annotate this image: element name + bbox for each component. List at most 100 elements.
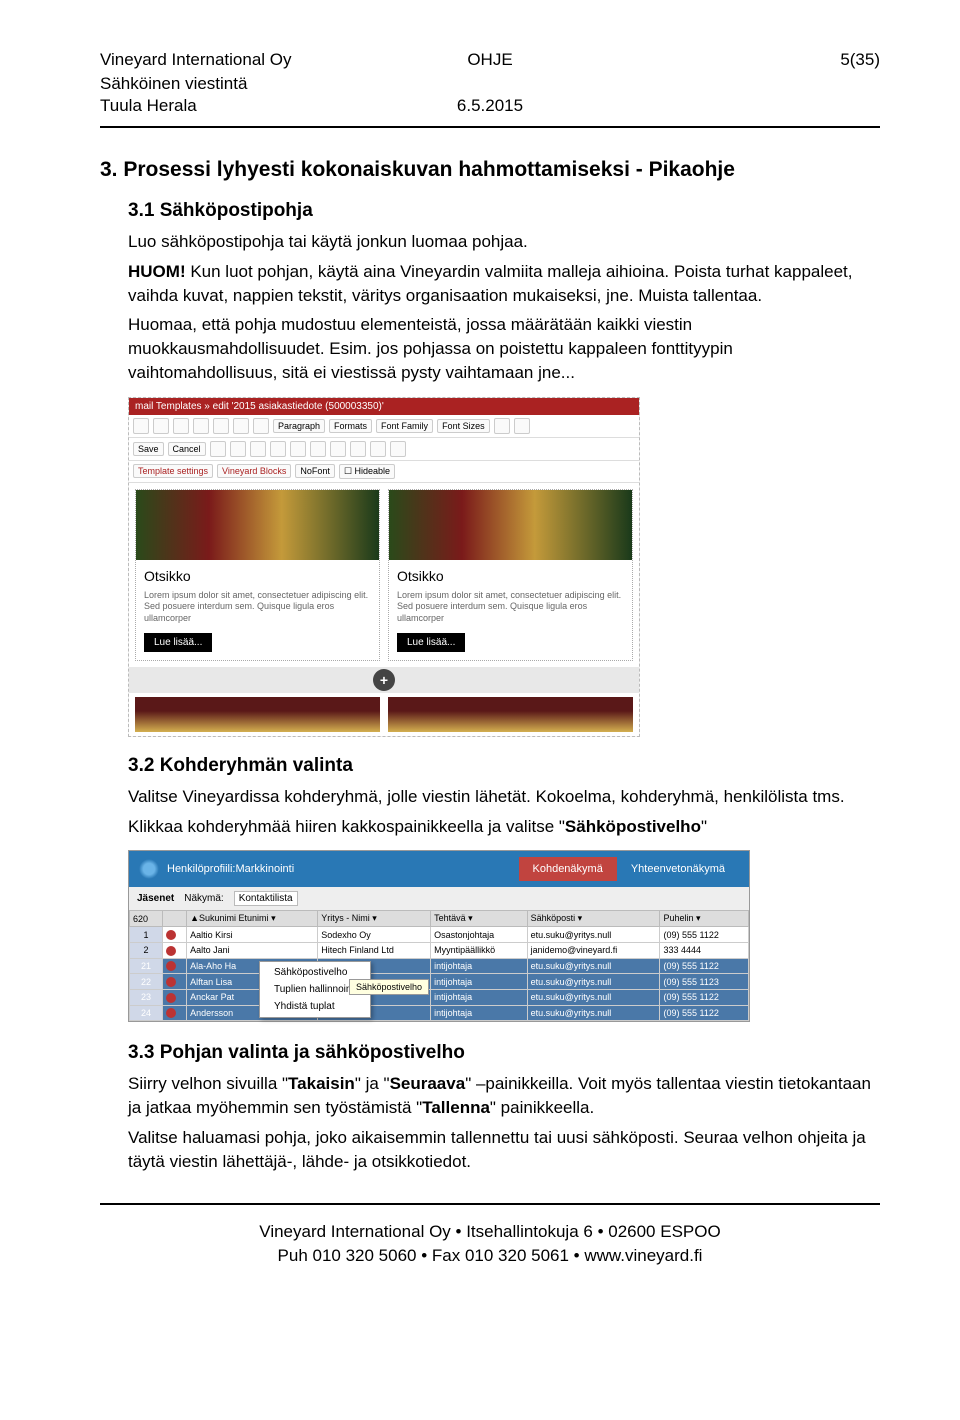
profile-screenshot: Henkilöprofiili:Markkinointi Kohdenäkymä… (128, 850, 750, 1022)
table-row[interactable]: 24Anderssonintijohtajaetu.suku@yritys.nu… (130, 1005, 749, 1021)
save-button[interactable]: Save (133, 442, 164, 456)
template-settings-button[interactable]: Template settings (133, 464, 213, 478)
fontsize-select[interactable]: Font Sizes (437, 419, 490, 433)
row-number: 23 (130, 989, 163, 1005)
row-icon-cell (163, 974, 187, 990)
header-dept: Sähköinen viestintä (100, 74, 880, 94)
header-date: 6.5.2015 (360, 96, 620, 116)
footer-rule (100, 1203, 880, 1205)
table-row[interactable]: 1Aaltio KirsiSodexho OyOsastonjohtajaetu… (130, 927, 749, 943)
cell-phone: (09) 555 1122 (660, 927, 749, 943)
underline-icon[interactable] (173, 418, 189, 434)
italic-icon[interactable] (153, 418, 169, 434)
cell-email: etu.suku@yritys.null (527, 1005, 660, 1021)
fruit-image (136, 490, 379, 560)
table-row[interactable]: 22Alftan Lisaintijohtajaetu.suku@yritys.… (130, 974, 749, 990)
column-title[interactable]: Otsikko (397, 568, 624, 584)
s32-p2: Klikkaa kohderyhmää hiiren kakkospainikk… (128, 815, 880, 839)
plus-icon[interactable]: + (373, 669, 395, 691)
col-name[interactable]: ▲Sukunimi Etunimi ▾ (187, 911, 318, 927)
s31-huom: HUOM! (128, 262, 186, 281)
align-center-icon[interactable] (213, 418, 229, 434)
cell-email: janidemo@vineyard.fi (527, 943, 660, 959)
col-phone[interactable]: Puhelin ▾ (660, 911, 749, 927)
row-number: 21 (130, 958, 163, 974)
row-icon-cell (163, 958, 187, 974)
tool-icon[interactable] (230, 441, 246, 457)
tool-icon[interactable] (370, 441, 386, 457)
footer-line1: Vineyard International Oy • Itsehallinto… (100, 1220, 880, 1244)
paragraph-select[interactable]: Paragraph (273, 419, 325, 433)
tool-icon[interactable] (330, 441, 346, 457)
cell-role: intijohtaja (431, 974, 527, 990)
col-count[interactable]: 620 (130, 911, 163, 927)
page-header: Vineyard International Oy OHJE 5(35) (100, 50, 880, 70)
tooltip: Sähköpostivelho (349, 979, 429, 995)
column-title[interactable]: Otsikko (144, 568, 371, 584)
nofont-button[interactable]: NoFont (295, 464, 335, 478)
wine-image (135, 697, 380, 732)
col-role[interactable]: Tehtävä ▾ (431, 911, 527, 927)
readmore-button[interactable]: Lue lisää... (144, 633, 212, 652)
table-row[interactable]: 2Aalto JaniHitech Finland LtdMyyntipääll… (130, 943, 749, 959)
person-icon (166, 961, 176, 971)
cell-role: Osastonjohtaja (431, 927, 527, 943)
wine-row (129, 693, 639, 736)
row-number: 1 (130, 927, 163, 943)
cancel-button[interactable]: Cancel (168, 442, 206, 456)
align-right-icon[interactable] (233, 418, 249, 434)
tool-icon[interactable] (290, 441, 306, 457)
bold-icon[interactable] (133, 418, 149, 434)
column-text[interactable]: Lorem ipsum dolor sit amet, consectetuer… (144, 590, 371, 625)
cell-phone: (09) 555 1122 (660, 989, 749, 1005)
add-block-bar[interactable]: + (129, 667, 639, 693)
tool-icon[interactable] (350, 441, 366, 457)
table-row[interactable]: 21Ala-Aho Haintijohtajaetu.suku@yritys.n… (130, 958, 749, 974)
s31-p3: Huomaa, että pohja mudostuu elementeistä… (128, 313, 880, 384)
ctx-yhdista-tuplat[interactable]: Yhdistä tuplat (262, 998, 368, 1015)
table-row[interactable]: 23Anckar Patintijohtajaetu.suku@yritys.n… (130, 989, 749, 1005)
column-text[interactable]: Lorem ipsum dolor sit amet, consectetuer… (397, 590, 624, 625)
cell-name: Aaltio Kirsi (187, 927, 318, 943)
tool-icon[interactable] (270, 441, 286, 457)
profile-title: Henkilöprofiili:Markkinointi (167, 863, 294, 875)
col-email[interactable]: Sähköposti ▾ (527, 911, 660, 927)
nakyma-select[interactable]: Kontaktilista (234, 891, 298, 906)
person-icon (166, 993, 176, 1003)
col-company[interactable]: Yritys - Nimi ▾ (318, 911, 431, 927)
section-3-2-title: 3.2 Kohderyhmän valinta (128, 755, 880, 777)
person-icon (166, 1008, 176, 1018)
fontfamily-select[interactable]: Font Family (376, 419, 433, 433)
editor-canvas[interactable]: Otsikko Lorem ipsum dolor sit amet, cons… (129, 483, 639, 667)
formats-select[interactable]: Formats (329, 419, 372, 433)
tool-icon[interactable] (310, 441, 326, 457)
cell-email: etu.suku@yritys.null (527, 974, 660, 990)
cell-role: intijohtaja (431, 958, 527, 974)
tab-kohdenakyma[interactable]: Kohdenäkymä (519, 857, 617, 881)
color-icon[interactable] (494, 418, 510, 434)
tool-icon[interactable] (390, 441, 406, 457)
cell-email: etu.suku@yritys.null (527, 958, 660, 974)
tool-icon[interactable] (210, 441, 226, 457)
tool-icon[interactable] (250, 441, 266, 457)
s32-p1: Valitse Vineyardissa kohderyhmä, jolle v… (128, 785, 880, 809)
cell-phone: (09) 555 1122 (660, 958, 749, 974)
s33-p2: Valitse haluamasi pohja, joko aikaisemmi… (128, 1126, 880, 1174)
align-left-icon[interactable] (193, 418, 209, 434)
readmore-button[interactable]: Lue lisää... (397, 633, 465, 652)
row-icon-cell (163, 989, 187, 1005)
bgcolor-icon[interactable] (514, 418, 530, 434)
tab-yhteenveto[interactable]: Yhteenvetonäkymä (617, 857, 739, 881)
section-3-3-title: 3.3 Pohjan valinta ja sähköpostivelho (128, 1042, 880, 1064)
jasenet-label: Jäsenet (137, 893, 174, 904)
vineyard-blocks-button[interactable]: Vineyard Blocks (217, 464, 291, 478)
hideable-checkbox[interactable]: ☐ Hideable (339, 464, 395, 479)
fruit-image (389, 490, 632, 560)
contacts-table: 620 ▲Sukunimi Etunimi ▾ Yritys - Nimi ▾ … (129, 910, 749, 1021)
content-column[interactable]: Otsikko Lorem ipsum dolor sit amet, cons… (388, 489, 633, 661)
align-justify-icon[interactable] (253, 418, 269, 434)
s31-p1: Luo sähköpostipohja tai käytä jonkun luo… (128, 230, 880, 254)
row-number: 24 (130, 1005, 163, 1021)
s31-p2: HUOM! Kun luot pohjan, käytä aina Vineya… (128, 260, 880, 308)
content-column[interactable]: Otsikko Lorem ipsum dolor sit amet, cons… (135, 489, 380, 661)
